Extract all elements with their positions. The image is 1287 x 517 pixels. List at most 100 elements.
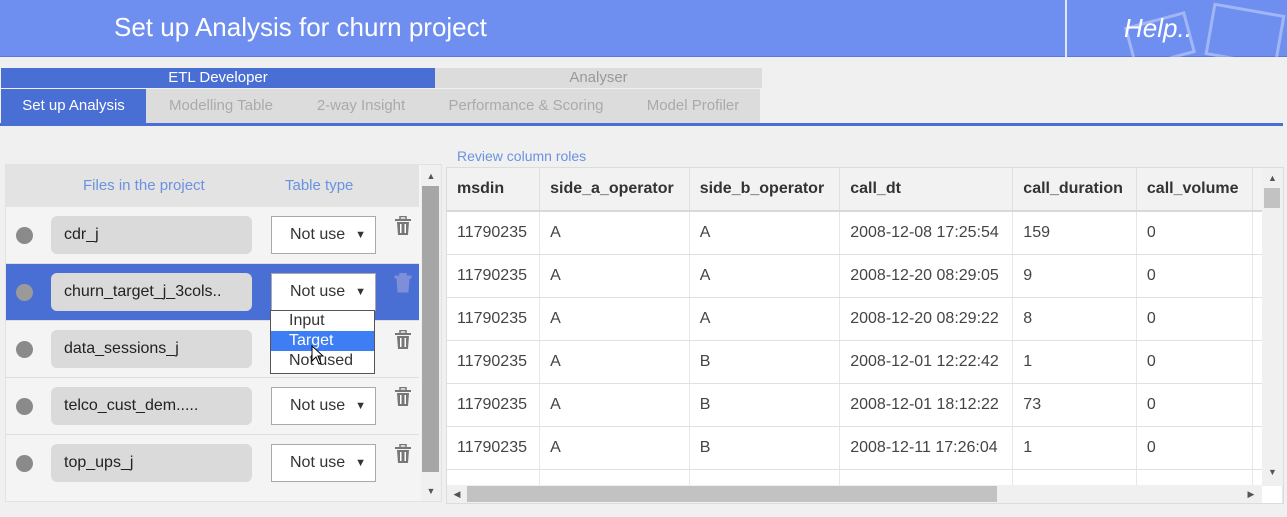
table-cell: 11790235 [447, 426, 541, 470]
file-name[interactable]: top_ups_j [51, 444, 252, 482]
table-cell: A [539, 211, 690, 255]
scroll-up-icon[interactable]: ▲ [1262, 170, 1283, 186]
files-header: Files in the project Table type [6, 165, 419, 207]
scrollbar-thumb[interactable] [467, 486, 997, 502]
file-row[interactable]: cdr_j Not use ▼ [6, 207, 419, 264]
tab-underline [0, 123, 1283, 126]
table-type-select[interactable]: Not use ▼ [271, 273, 376, 311]
column-header[interactable]: call_volume [1136, 168, 1254, 212]
dropdown-option-input[interactable]: Input [271, 311, 374, 331]
table-cell: 11790235 [447, 297, 541, 341]
table-type-select[interactable]: Not use ▼ [271, 387, 376, 425]
column-header[interactable]: side_b_operator [689, 168, 841, 212]
mouse-cursor-icon [311, 344, 325, 370]
table-type-value: Not use [290, 283, 346, 300]
table-row[interactable]: 11790235 A B 2008-12-11 17:26:04 1 0 [447, 426, 1283, 470]
trash-icon[interactable] [394, 329, 412, 350]
file-name[interactable]: cdr_j [51, 216, 252, 254]
files-column-header: Files in the project [83, 177, 205, 194]
trash-icon[interactable] [394, 443, 412, 464]
table-cell: 0 [1136, 211, 1254, 255]
scroll-down-icon[interactable]: ▼ [421, 483, 441, 499]
table-type-column-header: Table type [285, 177, 354, 194]
table-row[interactable]: 11790235 A A 2008-12-20 08:29:22 8 0 [447, 297, 1283, 341]
status-dot-icon[interactable] [16, 455, 33, 472]
file-name[interactable]: telco_cust_dem..... [51, 387, 252, 425]
files-scrollbar[interactable]: ▲ ▼ [421, 165, 441, 501]
role-analyser[interactable]: Analyser [435, 68, 762, 88]
table-cell: 2008-12-08 17:25:54 [839, 211, 1014, 255]
scrollbar-thumb[interactable] [1264, 188, 1280, 208]
column-header[interactable]: call_dt [839, 168, 1014, 212]
table-row[interactable]: 11790235 A A 2008-12-08 17:25:54 159 0 [447, 211, 1283, 255]
table-cell: 2008-12-01 18:12:22 [839, 383, 1014, 427]
app-header: Set up Analysis for churn project Help.. [0, 0, 1287, 57]
role-etl-developer[interactable]: ETL Developer [1, 68, 435, 88]
column-header[interactable]: side_a_operator [539, 168, 690, 212]
table-cell: A [539, 340, 690, 384]
chevron-down-icon: ▼ [355, 229, 366, 241]
table-type-value: Not use [290, 397, 346, 414]
table-cell: A [689, 211, 841, 255]
table-type-select[interactable]: Not use ▼ [271, 444, 376, 482]
table-cell: 11790235 [447, 254, 541, 298]
status-dot-icon[interactable] [16, 227, 33, 244]
table-cell: 0 [1136, 383, 1254, 427]
status-dot-icon[interactable] [16, 341, 33, 358]
scroll-up-icon[interactable]: ▲ [421, 168, 441, 184]
tab-performance-scoring[interactable]: Performance & Scoring [426, 89, 626, 123]
scroll-right-icon[interactable]: ▶ [1243, 485, 1259, 503]
table-cell: B [689, 340, 841, 384]
table-cell: B [689, 426, 841, 470]
table-row[interactable]: 11790235 A A 2008-12-20 08:29:05 9 0 [447, 254, 1283, 298]
table-cell: 0 [1136, 297, 1254, 341]
table-cell: 1 [1012, 426, 1137, 470]
file-row[interactable]: top_ups_j Not use ▼ [6, 435, 419, 492]
scroll-left-icon[interactable]: ◀ [449, 485, 465, 503]
data-preview-grid: msdin side_a_operator side_b_operator ca… [446, 167, 1284, 504]
table-header-row: msdin side_a_operator side_b_operator ca… [447, 168, 1283, 212]
chevron-down-icon: ▼ [355, 286, 366, 298]
table-cell: 0 [1136, 426, 1254, 470]
grid-horizontal-scrollbar[interactable]: ◀ ▶ [447, 485, 1262, 503]
table-cell: B [689, 383, 841, 427]
tab-model-profiler[interactable]: Model Profiler [626, 89, 760, 123]
file-row[interactable]: telco_cust_dem..... Not use ▼ [6, 378, 419, 435]
table-cell: 0 [1136, 340, 1254, 384]
grid-vertical-scrollbar[interactable]: ▲ ▼ [1262, 168, 1283, 486]
table-cell: A [539, 383, 690, 427]
table-row[interactable]: 11790235 A B 2008-12-01 18:12:22 73 0 [447, 383, 1283, 427]
table-cell: A [689, 254, 841, 298]
scroll-down-icon[interactable]: ▼ [1262, 464, 1283, 480]
table-cell: 11790235 [447, 211, 541, 255]
trash-icon[interactable] [394, 272, 412, 293]
file-name[interactable]: churn_target_j_3cols.. [51, 273, 252, 311]
status-dot-icon[interactable] [16, 284, 33, 301]
file-name[interactable]: data_sessions_j [51, 330, 252, 368]
tab-modelling-table[interactable]: Modelling Table [146, 89, 296, 123]
column-header[interactable]: call_duration [1012, 168, 1137, 212]
review-column-roles-title: Review column roles [457, 148, 587, 164]
header-divider [1065, 0, 1067, 57]
table-cell: A [689, 297, 841, 341]
data-table: msdin side_a_operator side_b_operator ca… [447, 168, 1283, 503]
status-dot-icon[interactable] [16, 398, 33, 415]
help-link[interactable]: Help.. [1124, 13, 1192, 44]
table-cell: A [539, 254, 690, 298]
table-type-value: Not use [290, 226, 346, 243]
trash-icon[interactable] [394, 386, 412, 407]
chevron-down-icon: ▼ [355, 400, 366, 412]
table-row[interactable]: 11790235 A B 2008-12-01 12:22:42 1 0 [447, 340, 1283, 384]
files-panel: Files in the project Table type cdr_j No… [5, 164, 442, 502]
table-cell: 2008-12-20 08:29:22 [839, 297, 1014, 341]
trash-icon[interactable] [394, 215, 412, 236]
table-cell: 2008-12-11 17:26:04 [839, 426, 1014, 470]
table-cell: 11790235 [447, 383, 541, 427]
table-type-select[interactable]: Not use ▼ [271, 216, 376, 254]
tab-set-up-analysis[interactable]: Set up Analysis [1, 89, 146, 123]
column-header[interactable]: msdin [447, 168, 541, 212]
tab-2-way-insight[interactable]: 2-way Insight [296, 89, 426, 123]
scrollbar-thumb[interactable] [422, 186, 439, 472]
table-type-value: Not use [290, 454, 346, 471]
table-cell: 159 [1012, 211, 1137, 255]
